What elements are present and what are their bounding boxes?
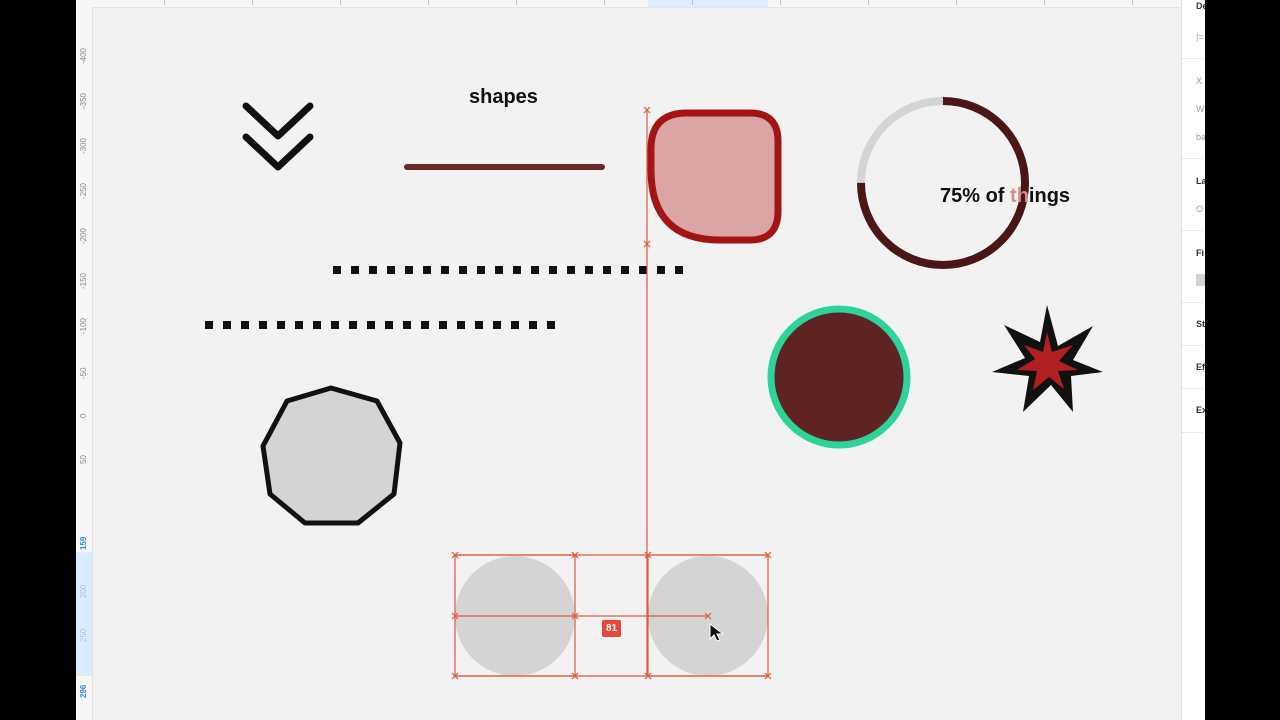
polygon-shape[interactable] [260,385,403,526]
panel-divider [1182,158,1205,159]
panel-divider [1182,345,1205,346]
rounded-blob-shape[interactable] [647,109,782,244]
panel-field[interactable]: ba [1196,132,1205,142]
panel-align-icon[interactable]: |= [1196,32,1204,42]
panel-layer-section: La [1196,176,1205,186]
panel-divider [1182,388,1205,389]
shapes-text-layer[interactable]: shapes [469,86,538,109]
panel-divider [1182,58,1205,59]
progress-text-highlight: th [1010,185,1029,207]
properties-panel: De |= X W ba La O Fi St Ef Ex [1181,0,1205,720]
double-chevron-down-icon[interactable] [242,102,314,171]
progress-text-prefix: 75% of [940,185,1011,207]
distance-badge: 81 [602,620,621,637]
panel-effects-section: Ef [1196,362,1205,372]
panel-design-tab[interactable]: De [1196,1,1205,11]
panel-x-field[interactable]: X [1196,76,1202,86]
canvas-shapes [205,97,1103,680]
panel-fill-swatch[interactable] [1196,274,1205,286]
progress-text-layer[interactable]: 75% of things [940,185,1070,208]
panel-divider [1182,432,1205,433]
panel-divider [1182,230,1205,231]
panel-w-field[interactable]: W [1196,104,1205,114]
circle-teal-stroke-shape[interactable] [767,305,911,449]
panel-export-section: Ex [1196,405,1205,415]
panel-fill-section: Fi [1196,248,1204,258]
panel-opacity-icon[interactable]: O [1196,204,1203,214]
panel-stroke-section: St [1196,319,1205,329]
panel-divider [1182,302,1205,303]
progress-text-suffix: ings [1028,185,1071,207]
